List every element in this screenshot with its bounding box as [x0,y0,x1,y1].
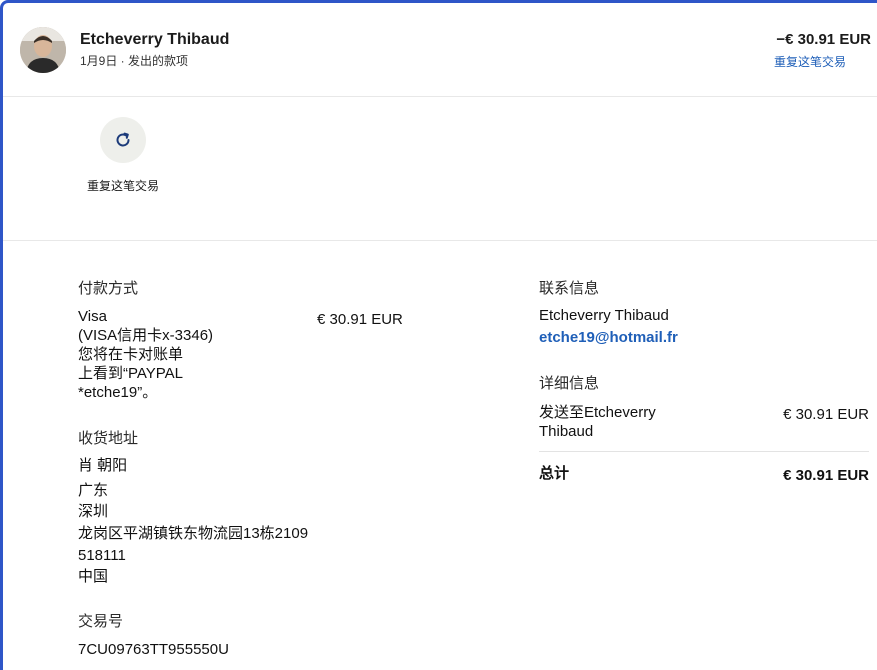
transaction-id: 7CU09763TT955550U [78,641,229,658]
repeat-icon-circle [100,117,146,163]
sent-amount: € 30.91 EUR [783,406,869,423]
transaction-header: Etcheverry Thibaud 1月9日 · 发出的款项 −€ 30.91… [3,3,877,97]
total-amount: € 30.91 EUR [783,467,869,484]
repeat-transaction-button[interactable]: 重复这笔交易 [85,117,161,195]
avatar-image [20,27,66,73]
repeat-transaction-link[interactable]: 重复这笔交易 [774,53,846,70]
address-line: 龙岗区平湖镇铁东物流园13栋2109 [78,525,309,542]
contact-info-title: 联系信息 [539,280,600,297]
avatar [20,27,66,73]
address-line: 深圳 [78,503,109,520]
payee-name: Etcheverry Thibaud [80,31,230,48]
total-label: 总计 [539,465,570,482]
transaction-id-title: 交易号 [78,613,124,630]
details-divider [539,451,869,452]
shipping-recipient-name: 肖 朝阳 [78,457,128,474]
contact-email-link[interactable]: etche19@hotmail.fr [539,328,678,347]
payment-method-line: (VISA信用卡x-3346) [78,327,214,344]
payment-amount: € 30.91 EUR [317,311,403,328]
quick-actions: 重复这笔交易 [3,97,877,241]
transaction-date-type: 1月9日 · 发出的款项 [80,54,189,68]
sent-to-line: 发送至Etcheverry [539,404,656,421]
payment-method-line: 上看到“PAYPAL [78,365,184,382]
transaction-amount: −€ 30.91 EUR [776,31,871,48]
payment-method-line: Visa [78,308,107,325]
address-line: 广东 [78,482,109,499]
sent-to-line: Thibaud [539,423,594,440]
payment-method-line: *etche19”。 [78,384,158,401]
payment-method-line: 您将在卡对账单 [78,346,184,363]
address-line: 518111 [78,547,126,564]
payment-method-title: 付款方式 [78,280,139,297]
refresh-icon [116,132,130,147]
shipping-address-title: 收货地址 [78,430,139,447]
repeat-transaction-label: 重复这笔交易 [86,179,159,193]
details-title: 详细信息 [539,375,600,392]
contact-name: Etcheverry Thibaud [539,307,669,324]
address-line: 中国 [78,568,109,585]
